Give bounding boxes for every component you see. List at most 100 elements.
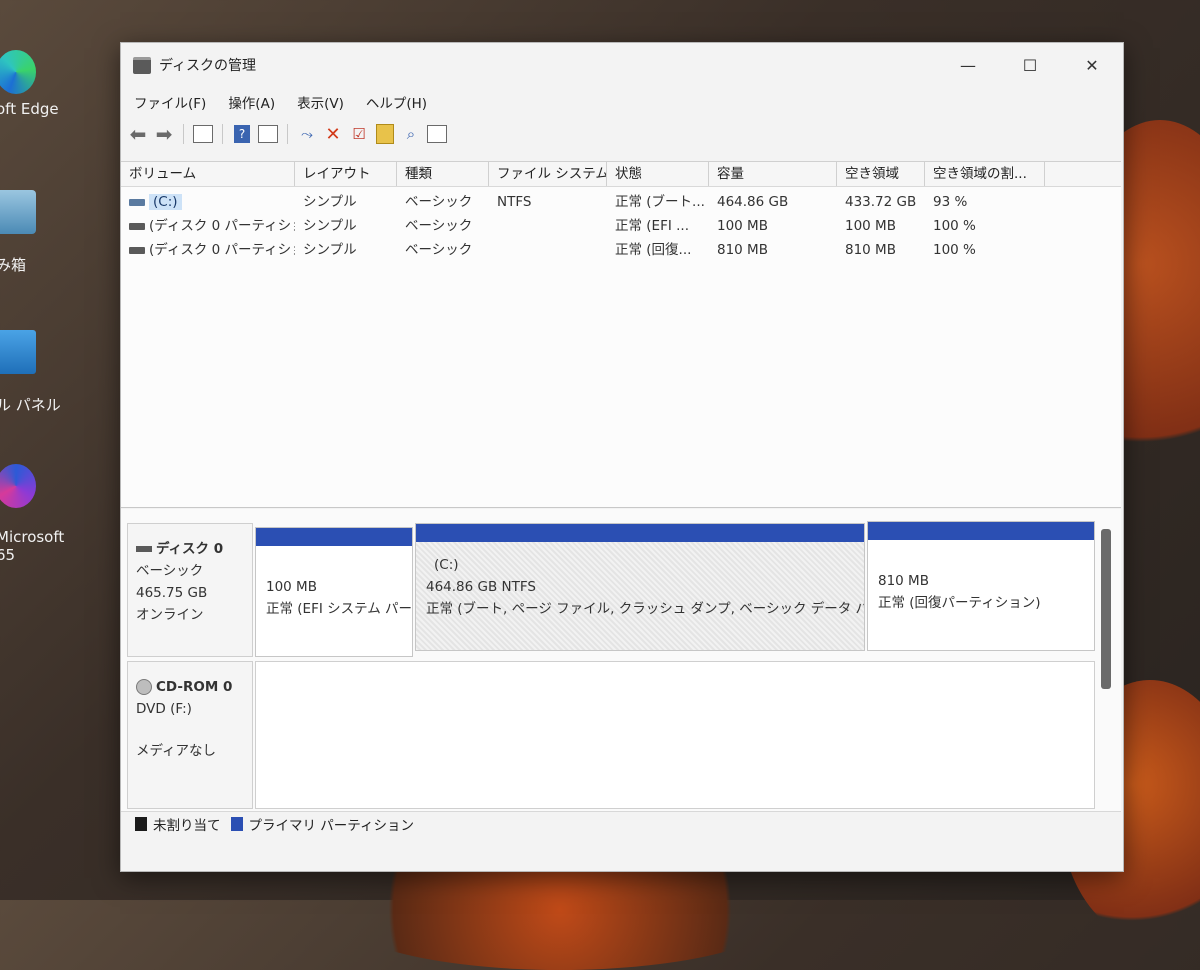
toolbar-separator bbox=[222, 124, 223, 144]
partition-size: 464.86 GB NTFS bbox=[426, 579, 536, 595]
cell-free-space: 810 MB bbox=[845, 242, 896, 258]
volume-icon bbox=[129, 198, 145, 206]
properties-icon[interactable] bbox=[257, 123, 279, 145]
volume-icon bbox=[129, 222, 145, 230]
cell-free-space: 433.72 GB bbox=[845, 194, 917, 210]
legend-swatch-unallocated bbox=[135, 817, 147, 831]
edge-icon bbox=[0, 50, 36, 94]
menu-help[interactable]: ヘルプ(H) bbox=[365, 92, 428, 112]
desktop-icon-label: oft Edge bbox=[0, 100, 59, 118]
cell-free-percent: 100 % bbox=[933, 242, 976, 258]
desktop-icon-recycle-bin[interactable]: み箱 bbox=[0, 190, 75, 275]
partition-text: (C:) 464.86 GB NTFS 正常 (ブート, ページ ファイル, ク… bbox=[416, 542, 864, 626]
desktop-icon-edge[interactable]: oft Edge bbox=[0, 50, 75, 118]
cell-layout: シンプル bbox=[303, 242, 357, 258]
desktop-icon-control-panel[interactable]: ル パネル bbox=[0, 330, 75, 415]
column-header-free-percent[interactable]: 空き領域の割... bbox=[925, 162, 1045, 186]
column-header-layout[interactable]: レイアウト bbox=[295, 162, 397, 186]
partition-status: 正常 (回復パーティション) bbox=[878, 595, 1041, 611]
disk-management-window: ディスクの管理 — ☐ ✕ ファイル(F) 操作(A) 表示(V) ヘルプ(H)… bbox=[120, 42, 1124, 872]
menu-file[interactable]: ファイル(F) bbox=[133, 92, 207, 112]
help-icon[interactable]: ? bbox=[231, 123, 253, 145]
title-bar[interactable]: ディスクの管理 — ☐ ✕ bbox=[121, 43, 1123, 87]
console-tree-icon[interactable] bbox=[192, 123, 214, 145]
forward-arrow-icon[interactable]: ➡ bbox=[153, 122, 175, 146]
column-header-free-space[interactable]: 空き領域 bbox=[837, 162, 925, 186]
desktop-icon-label: Microsoft bbox=[0, 528, 65, 546]
toolbar-separator bbox=[287, 124, 288, 144]
minimize-button[interactable]: — bbox=[937, 43, 999, 87]
cell-volume: (C:) bbox=[121, 190, 295, 214]
partition-status: 正常 (ブート, ページ ファイル, クラッシュ ダンプ, ベーシック データ … bbox=[426, 601, 864, 617]
cell-capacity: 100 MB bbox=[717, 218, 768, 234]
cell-volume: (ディスク 0 パーティショ... bbox=[121, 238, 295, 262]
menu-bar: ファイル(F) 操作(A) 表示(V) ヘルプ(H) bbox=[121, 89, 1123, 115]
connect-icon[interactable]: ⤳ bbox=[296, 123, 318, 145]
search-icon[interactable]: ⌕ bbox=[400, 123, 422, 145]
cdrom-0-label[interactable]: CD-ROM 0 DVD (F:) メディアなし bbox=[127, 661, 253, 809]
column-header-status[interactable]: 状態 bbox=[607, 162, 709, 186]
disk-status: オンライン bbox=[136, 607, 204, 623]
cell-filesystem bbox=[489, 238, 607, 262]
disk-icon bbox=[136, 546, 152, 552]
table-row[interactable]: (C:) シンプル ベーシック NTFS 正常 (ブート... 464.86 G… bbox=[121, 190, 1121, 214]
cell-status: 正常 (回復... bbox=[615, 242, 692, 258]
partition-bar bbox=[256, 528, 412, 546]
cdrom-name-row: CD-ROM 0 bbox=[136, 676, 244, 698]
import-icon[interactable] bbox=[374, 123, 396, 145]
partition-status: 正常 (EFI システム パー bbox=[266, 601, 412, 617]
volume-icon bbox=[129, 246, 145, 254]
delete-icon[interactable]: ✕ bbox=[322, 123, 344, 145]
microsoft-365-icon bbox=[0, 464, 36, 508]
legend-label: プライマリ パーティション bbox=[248, 818, 414, 834]
recycle-bin-icon bbox=[0, 190, 36, 234]
cell-layout: シンプル bbox=[303, 194, 357, 210]
desktop-icon-label: ル パネル bbox=[0, 396, 61, 414]
toolbar: ⬅ ➡ ? ⤳ ✕ ☑ ⌕ bbox=[121, 119, 1123, 149]
table-row[interactable]: (ディスク 0 パーティショ... シンプル ベーシック 正常 (回復... 8… bbox=[121, 238, 1121, 262]
partition-bar bbox=[416, 524, 864, 542]
window-title: ディスクの管理 bbox=[159, 58, 257, 74]
cell-free-percent: 100 % bbox=[933, 218, 976, 234]
disk-type: DVD (F:) bbox=[136, 701, 192, 717]
desktop-icon-label: 65 bbox=[0, 546, 16, 564]
partition-text: 810 MB 正常 (回復パーティション) bbox=[868, 540, 1094, 620]
partition-text: 100 MB 正常 (EFI システム パー bbox=[256, 546, 412, 626]
cell-volume: (ディスク 0 パーティショ... bbox=[121, 214, 295, 238]
cell-status: 正常 (ブート... bbox=[615, 194, 705, 210]
column-header-type[interactable]: 種類 bbox=[397, 162, 489, 186]
disk-0-name-row: ディスク 0 bbox=[136, 538, 244, 560]
menu-view[interactable]: 表示(V) bbox=[296, 92, 345, 112]
legend: 未割り当て プライマリ パーティション bbox=[121, 811, 1121, 836]
check-icon[interactable]: ☑ bbox=[348, 123, 370, 145]
cell-type: ベーシック bbox=[405, 194, 473, 210]
column-header-capacity[interactable]: 容量 bbox=[709, 162, 837, 186]
disk-0-label[interactable]: ディスク 0 ベーシック 465.75 GB オンライン bbox=[127, 523, 253, 657]
desktop-icon-microsoft-365[interactable]: Microsoft 65 bbox=[0, 464, 75, 564]
legend-label: 未割り当て bbox=[153, 818, 221, 834]
close-button[interactable]: ✕ bbox=[1061, 43, 1123, 87]
menu-action[interactable]: 操作(A) bbox=[227, 92, 276, 112]
partition-c-drive[interactable]: (C:) 464.86 GB NTFS 正常 (ブート, ページ ファイル, ク… bbox=[415, 523, 865, 651]
disk-graphical-view[interactable]: ディスク 0 ベーシック 465.75 GB オンライン 100 MB 正常 (… bbox=[121, 509, 1121, 811]
cd-drive-icon bbox=[136, 679, 152, 695]
cell-filesystem bbox=[489, 214, 607, 238]
scrollbar-thumb[interactable] bbox=[1101, 529, 1111, 689]
list-view-icon[interactable] bbox=[426, 123, 448, 145]
maximize-button[interactable]: ☐ bbox=[999, 43, 1061, 87]
volume-list[interactable]: ボリューム レイアウト 種類 ファイル システム 状態 容量 空き領域 空き領域… bbox=[121, 161, 1121, 508]
column-header-volume[interactable]: ボリューム bbox=[121, 162, 295, 186]
control-panel-icon bbox=[0, 330, 36, 374]
table-row[interactable]: (ディスク 0 パーティショ... シンプル ベーシック 正常 (EFI ...… bbox=[121, 214, 1121, 238]
volume-name: (ディスク 0 パーティショ... bbox=[149, 218, 295, 234]
disk-management-app-icon bbox=[133, 56, 151, 74]
back-arrow-icon[interactable]: ⬅ bbox=[127, 122, 149, 146]
partition-size: 810 MB bbox=[878, 573, 929, 589]
partition-recovery[interactable]: 810 MB 正常 (回復パーティション) bbox=[867, 521, 1095, 651]
column-header-filesystem[interactable]: ファイル システム bbox=[489, 162, 607, 186]
partition-efi[interactable]: 100 MB 正常 (EFI システム パー bbox=[255, 527, 413, 657]
partition-bar bbox=[868, 522, 1094, 540]
cdrom-media-area bbox=[255, 661, 1095, 809]
partition-label: (C:) bbox=[434, 557, 459, 573]
